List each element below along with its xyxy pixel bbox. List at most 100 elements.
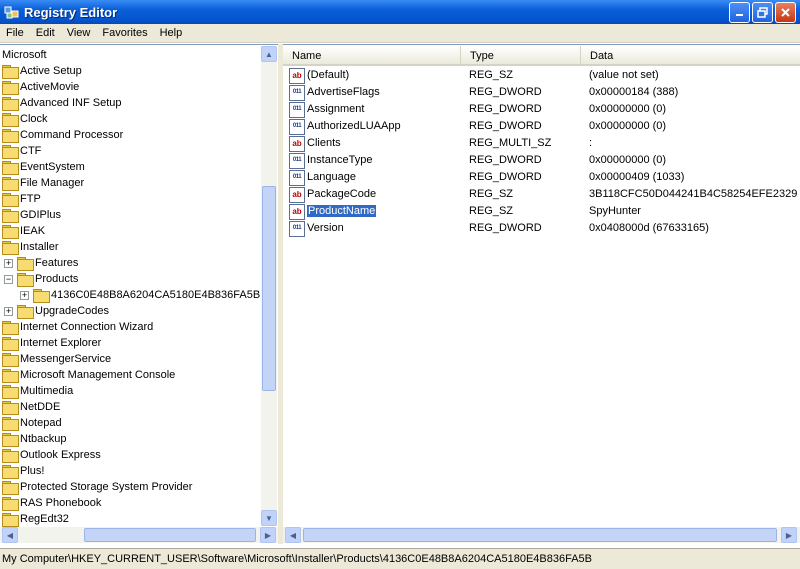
tree-item[interactable]: ActiveMovie [2,79,79,95]
tree-item[interactable]: File Manager [2,175,84,191]
tree-item[interactable]: + Features [4,255,78,271]
scroll-left-arrow-icon[interactable]: ◀ [285,527,301,543]
tree-item[interactable]: Active Setup [2,63,82,79]
tree-item[interactable]: Internet Connection Wizard [2,319,153,335]
tree-item[interactable]: IEAK [2,223,45,239]
tree-item[interactable]: − Products [4,271,78,287]
tree-item[interactable]: + UpgradeCodes [4,303,109,319]
value-row[interactable]: ab PackageCode REG_SZ 3B118CFC50D044241B4C5… [283,186,800,203]
column-header-data[interactable]: Data [581,46,800,64]
tree-item-label: NetDDE [20,401,61,413]
value-type: REG_DWORD [469,171,542,183]
value-row[interactable]: ab (Default) REG_SZ (value not set) [283,67,800,84]
tree-item[interactable]: Advanced INF Setup [2,95,122,111]
string-value-icon: ab [289,67,305,84]
column-header-name[interactable]: Name [283,46,461,64]
tree-item-label: MessengerService [20,353,112,365]
tree-item-microsoft[interactable]: Microsoft [2,47,47,63]
tree-item-label: 4136C0E48B8A6204CA5180E4B836FA5B [51,289,261,301]
folder-icon [2,513,19,527]
tree-item[interactable]: Clock [2,111,48,127]
expand-icon[interactable]: + [20,290,29,300]
values-list[interactable]: Name Type Data ab (Default) REG_SZ (value n… [283,44,800,544]
tree-item[interactable]: Ntbackup [2,431,66,447]
tree-item[interactable]: NetDDE [2,399,60,415]
tree-item[interactable]: FTP [2,191,41,207]
value-name-cell: Language [305,169,469,186]
tree-vertical-scrollbar[interactable]: ▲ ▼ [261,46,277,526]
list-hscroll-thumb[interactable] [303,528,777,542]
column-header-type[interactable]: Type [461,46,581,64]
tree-item-label: File Manager [20,177,85,189]
value-type: REG_SZ [469,69,514,81]
tree-item[interactable]: Installer [2,239,59,255]
menu-view[interactable]: View [61,27,97,39]
scroll-up-arrow-icon[interactable]: ▲ [261,46,277,62]
string-value-icon: ab [289,135,305,152]
folder-icon [17,257,34,271]
expand-icon[interactable]: + [4,306,13,316]
value-row[interactable]: 011 InstanceType REG_DWORD 0x00000000 (0) [283,152,800,169]
tree-item[interactable]: Protected Storage System Provider [2,479,192,495]
value-row[interactable]: 011 Version REG_DWORD 0x0408000d (67633165) [283,220,800,237]
scroll-left-arrow-icon[interactable]: ◀ [2,527,18,543]
folder-icon [2,81,19,95]
tree-item[interactable]: Command Processor [2,127,123,143]
folder-icon [2,209,19,223]
value-row[interactable]: 011 AuthorizedLUAApp REG_DWORD 0x00000000 (… [283,118,800,135]
tree-hscroll-thumb[interactable] [84,528,256,542]
tree-horizontal-scrollbar[interactable]: ◀ ▶ [0,527,278,543]
tree-item[interactable]: Plus! [2,463,44,479]
tree-item[interactable]: +4136C0E48B8A6204CA5180E4B836FA5B [20,287,260,303]
menu-edit[interactable]: Edit [30,27,61,39]
close-button[interactable] [775,2,796,23]
registry-tree[interactable]: Microsoft Active Setup ActiveMovie Advance… [0,44,278,544]
folder-icon [2,65,19,79]
value-row[interactable]: ab Clients REG_MULTI_SZ: [283,135,800,152]
value-name-cell: Assignment [305,101,469,118]
menu-file[interactable]: File [0,27,30,39]
tree-item[interactable]: RAS Phonebook [2,495,101,511]
value-data: 0x0408000d (67633165) [589,222,709,234]
menu-help[interactable]: Help [154,27,189,39]
value-row[interactable]: ab ProductName REG_SZ SpyHunter [283,203,800,220]
scroll-right-arrow-icon[interactable]: ▶ [260,527,276,543]
value-name: ProductName [307,205,377,217]
tree-item-label: Active Setup [20,65,82,77]
tree-item[interactable]: Microsoft Management Console [2,367,175,383]
value-type: REG_DWORD [469,154,542,166]
folder-icon [2,129,19,143]
restore-button[interactable] [752,2,773,23]
tree-item[interactable]: Internet Explorer [2,335,101,351]
value-name-cell: AuthorizedLUAApp [305,118,469,135]
tree-item[interactable]: CTF [2,143,41,159]
tree-item[interactable]: GDIPlus [2,207,61,223]
tree-item-label: Multimedia [20,385,74,397]
folder-icon [2,385,19,399]
collapse-icon[interactable]: − [4,274,13,284]
title-bar: Registry Editor [0,0,800,24]
value-name: PackageCode [307,188,377,200]
tree-item-label: Microsoft Management Console [20,369,176,381]
value-row[interactable]: 011 Language REG_DWORD 0x00000409 (1033) [283,169,800,186]
menu-favorites[interactable]: Favorites [96,27,153,39]
tree-item[interactable]: MessengerService [2,351,111,367]
folder-icon [2,193,19,207]
value-data: 0x00000409 (1033) [589,171,685,183]
value-row[interactable]: 011 Assignment REG_DWORD 0x00000000 (0) [283,101,800,118]
scroll-down-arrow-icon[interactable]: ▼ [261,510,277,526]
tree-item[interactable]: EventSystem [2,159,85,175]
minimize-button[interactable] [729,2,750,23]
tree-item[interactable]: Outlook Express [2,447,101,463]
tree-item-label: IEAK [20,225,46,237]
tree-item[interactable]: RegEdt32 [2,511,69,527]
list-horizontal-scrollbar[interactable]: ◀ ▶ [283,527,800,543]
tree-scroll-thumb[interactable] [262,186,276,391]
expand-icon[interactable]: + [4,258,13,268]
value-row[interactable]: 011 AdvertiseFlags REG_DWORD 0x00000184 (38… [283,84,800,101]
tree-item[interactable]: Multimedia [2,383,73,399]
folder-icon [2,97,19,111]
tree-item-label: Outlook Express [20,449,101,461]
tree-item[interactable]: Notepad [2,415,62,431]
scroll-right-arrow-icon[interactable]: ▶ [781,527,797,543]
